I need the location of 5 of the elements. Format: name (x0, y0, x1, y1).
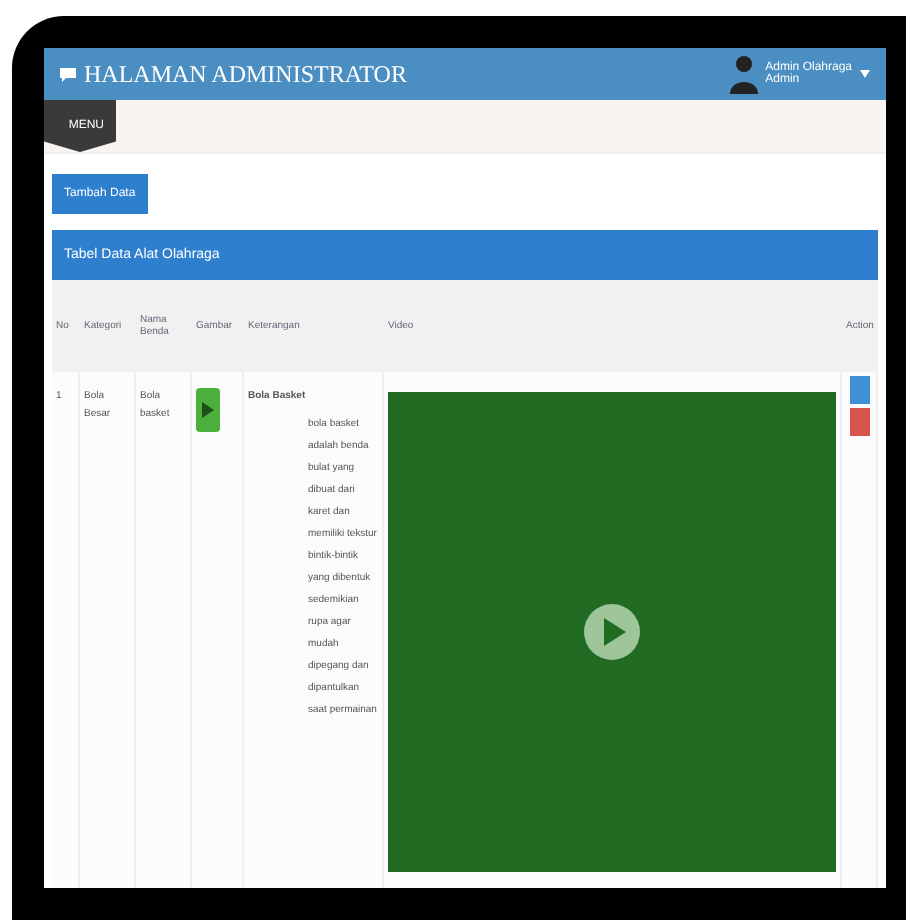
caret-icon[interactable] (860, 70, 870, 78)
avatar-icon[interactable] (729, 54, 758, 94)
chat-icon (60, 67, 76, 81)
app-title: HALAMAN ADMINISTRATOR (84, 59, 409, 89)
play-icon[interactable] (582, 602, 642, 662)
